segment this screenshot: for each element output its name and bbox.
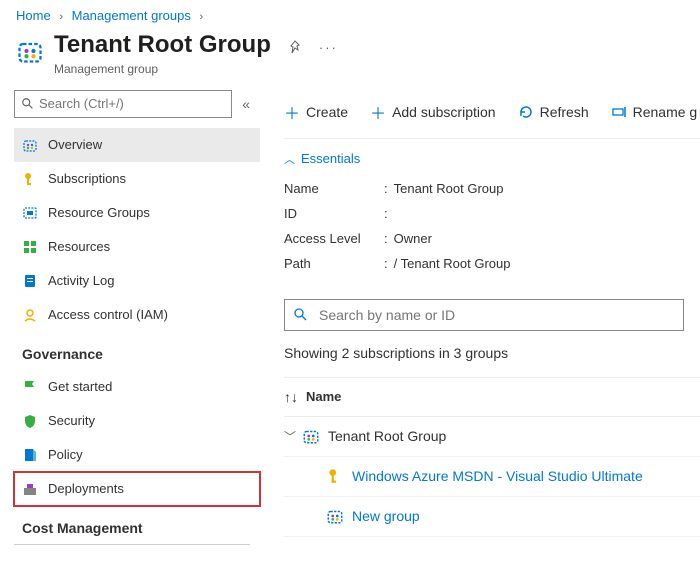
- nav-get-started[interactable]: Get started: [14, 370, 260, 404]
- policy-icon: [22, 447, 38, 463]
- ess-label: Name: [284, 181, 384, 196]
- page-title: Tenant Root Group: [54, 31, 271, 60]
- nav-label: Resources: [48, 239, 110, 254]
- section-cost-management: Cost Management: [14, 506, 250, 545]
- sidebar-search-input[interactable]: [39, 96, 225, 111]
- management-group-icon: [16, 37, 44, 65]
- chevron-down-icon[interactable]: ﹀: [284, 428, 302, 445]
- row-name[interactable]: Windows Azure MSDN - Visual Studio Ultim…: [352, 468, 643, 484]
- toolbar-label: Refresh: [540, 104, 589, 120]
- showing-text: Showing 2 subscriptions in 3 groups: [284, 345, 700, 361]
- ess-value: Owner: [394, 231, 432, 246]
- deployments-icon: [22, 481, 38, 497]
- flag-icon: [22, 379, 38, 395]
- rename-button[interactable]: Rename g: [611, 104, 698, 120]
- nav-label: Resource Groups: [48, 205, 150, 220]
- toolbar: ＋ Create ＋ Add subscription Refresh Rena…: [284, 100, 700, 139]
- rename-icon: [611, 104, 627, 120]
- page-subtitle: Management group: [54, 62, 271, 76]
- create-button[interactable]: ＋ Create: [284, 100, 348, 124]
- essentials-row-name: Name: Tenant Root Group: [284, 181, 700, 196]
- ess-label: ID: [284, 206, 384, 221]
- nav-label: Security: [48, 413, 95, 428]
- refresh-button[interactable]: Refresh: [518, 104, 589, 120]
- ess-value: Tenant Root Group: [394, 181, 504, 196]
- sort-icon: ↑↓: [284, 389, 298, 405]
- essentials-header-label: Essentials: [301, 151, 360, 166]
- chevron-up-icon: ︿: [284, 151, 295, 167]
- ess-value: / Tenant Root Group: [394, 256, 511, 271]
- search-icon: [21, 97, 35, 111]
- subscription-search[interactable]: [284, 299, 684, 331]
- tree-row-subscription[interactable]: Windows Azure MSDN - Visual Studio Ultim…: [284, 457, 700, 497]
- section-governance: Governance: [14, 332, 260, 370]
- essentials-toggle[interactable]: ︿ Essentials: [284, 151, 700, 167]
- page-header: Tenant Root Group Management group ···: [0, 25, 700, 90]
- toolbar-label: Add subscription: [392, 104, 496, 120]
- column-name: Name: [306, 389, 341, 404]
- sidebar-search[interactable]: [14, 90, 232, 118]
- search-icon: [293, 307, 309, 323]
- nav-label: Overview: [48, 137, 102, 152]
- nav-label: Deployments: [48, 481, 124, 496]
- nav-label: Subscriptions: [48, 171, 126, 186]
- nav-resource-groups[interactable]: Resource Groups: [14, 196, 260, 230]
- plus-icon: ＋: [370, 100, 386, 124]
- breadcrumb: Home › Management groups ›: [0, 0, 700, 25]
- essentials-row-path: Path: / Tenant Root Group: [284, 256, 700, 271]
- nav-subscriptions[interactable]: Subscriptions: [14, 162, 260, 196]
- row-name: Tenant Root Group: [328, 428, 446, 444]
- resource-group-icon: [22, 205, 38, 221]
- nav-resources[interactable]: Resources: [14, 230, 260, 264]
- management-group-icon: [326, 507, 344, 525]
- plus-icon: ＋: [284, 100, 300, 124]
- ess-label: Path: [284, 256, 384, 271]
- nav-label: Get started: [48, 379, 112, 394]
- essentials-row-access: Access Level: Owner: [284, 231, 700, 246]
- key-icon: [326, 467, 344, 485]
- sidebar: « Overview Subscriptions Resource Groups…: [0, 90, 260, 567]
- breadcrumb-home[interactable]: Home: [16, 8, 51, 23]
- nav-access-control[interactable]: Access control (IAM): [14, 298, 260, 332]
- activity-log-icon: [22, 273, 38, 289]
- refresh-icon: [518, 104, 534, 120]
- nav-label: Policy: [48, 447, 83, 462]
- management-group-icon: [302, 427, 320, 445]
- nav-label: Access control (IAM): [48, 307, 168, 322]
- nav-deployments[interactable]: Deployments: [14, 472, 260, 506]
- pin-icon[interactable]: [287, 39, 303, 55]
- essentials-panel: ︿ Essentials Name: Tenant Root Group ID:…: [284, 139, 700, 289]
- essentials-row-id: ID:: [284, 206, 700, 221]
- main-content: ＋ Create ＋ Add subscription Refresh Rena…: [260, 90, 700, 567]
- iam-icon: [22, 307, 38, 323]
- breadcrumb-mg[interactable]: Management groups: [72, 8, 191, 23]
- resources-icon: [22, 239, 38, 255]
- collapse-sidebar-icon[interactable]: «: [232, 96, 260, 112]
- chevron-right-icon: ›: [194, 11, 208, 23]
- key-icon: [22, 171, 38, 187]
- more-icon[interactable]: ···: [319, 40, 338, 55]
- nav-activity-log[interactable]: Activity Log: [14, 264, 260, 298]
- table-header[interactable]: ↑↓ Name: [284, 377, 700, 417]
- ess-label: Access Level: [284, 231, 384, 246]
- toolbar-label: Create: [306, 104, 348, 120]
- row-name[interactable]: New group: [352, 508, 420, 524]
- management-group-icon: [22, 137, 38, 153]
- tree-row-root[interactable]: ﹀ Tenant Root Group: [284, 417, 700, 457]
- nav-policy[interactable]: Policy: [14, 438, 260, 472]
- chevron-right-icon: ›: [54, 11, 68, 23]
- toolbar-label: Rename g: [633, 104, 698, 120]
- shield-icon: [22, 413, 38, 429]
- subscription-search-input[interactable]: [319, 307, 675, 323]
- nav-overview[interactable]: Overview: [14, 128, 260, 162]
- tree-row-group[interactable]: New group: [284, 497, 700, 537]
- add-subscription-button[interactable]: ＋ Add subscription: [370, 100, 496, 124]
- nav-label: Activity Log: [48, 273, 114, 288]
- nav-security[interactable]: Security: [14, 404, 260, 438]
